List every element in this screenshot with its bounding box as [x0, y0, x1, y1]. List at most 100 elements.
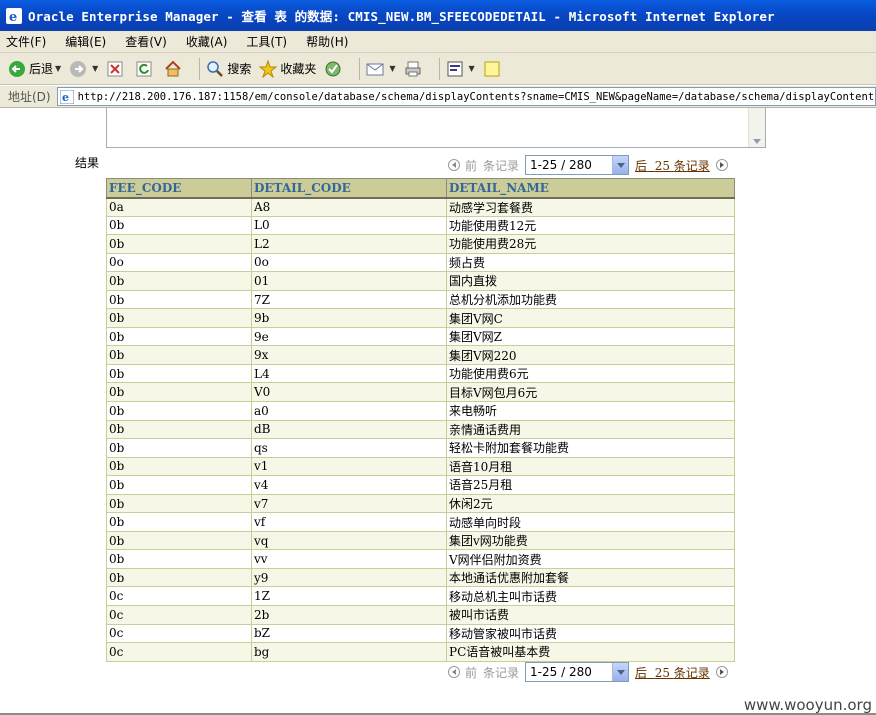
cell-detail-name: 动感学习套餐费	[446, 197, 735, 217]
forward-dropdown-icon[interactable]: ▼	[92, 64, 98, 73]
cell-detail-code: 9b	[251, 308, 447, 328]
window-title: Oracle Enterprise Manager - 查看 表 的数据: CM…	[28, 9, 775, 24]
column-header-fee-code: FEE_CODE	[106, 178, 252, 199]
cell-detail-code: y9	[251, 567, 447, 588]
table-row: 0b y9 本地通话优惠附加套餐	[106, 567, 735, 588]
back-dropdown-icon[interactable]: ▼	[55, 64, 61, 73]
chevron-down-icon[interactable]	[612, 663, 629, 681]
mail-button[interactable]: ▼	[366, 60, 396, 78]
table-row: 0o 0o 频占费	[106, 252, 735, 273]
cell-fee-code: 0b	[106, 530, 252, 551]
forward-arrow-icon	[70, 60, 87, 77]
next-records-label: 条记录	[673, 158, 710, 173]
search-button[interactable]: 搜索	[206, 60, 251, 78]
pager-top: 前 条记录 1-25 / 280 后 25 条记录	[448, 155, 733, 175]
cell-fee-code: 0c	[106, 623, 252, 644]
prev-page-icon	[448, 159, 460, 171]
menu-help[interactable]: 帮助(H)	[306, 33, 348, 50]
mail-icon	[366, 63, 384, 75]
table-row: 0b L2 功能使用费28元	[106, 234, 735, 254]
menu-file[interactable]: 文件(F)	[6, 33, 46, 50]
cell-detail-name: 功能使用费28元	[446, 234, 735, 254]
prev-page-label: 前	[465, 665, 478, 680]
menu-view[interactable]: 查看(V)	[125, 33, 167, 50]
page-range-value: 1-25 / 280	[530, 158, 592, 172]
cell-detail-name: 频占费	[446, 252, 735, 273]
cell-detail-code: A8	[251, 197, 447, 217]
refresh-button[interactable]	[135, 60, 156, 78]
toolbar-separator	[359, 57, 361, 80]
next-page-link[interactable]: 后 25 条记录	[635, 664, 710, 681]
results-heading: 结果	[75, 156, 100, 170]
cell-detail-name: 语音25月租	[446, 475, 735, 495]
cell-detail-name: 来电畅听	[446, 401, 735, 421]
home-button[interactable]	[164, 60, 185, 78]
address-input[interactable]: e http://218.200.176.187:1158/em/console…	[56, 87, 876, 106]
window-title-bar[interactable]: e Oracle Enterprise Manager - 查看 表 的数据: …	[0, 0, 876, 31]
column-header-detail-code: DETAIL_CODE	[251, 178, 447, 199]
menu-edit[interactable]: 编辑(E)	[65, 33, 106, 50]
cell-detail-code: bZ	[251, 623, 447, 644]
table-row: 0b 01 国内直拨	[106, 271, 735, 291]
forward-button[interactable]: ▼	[69, 60, 98, 78]
page-range-select[interactable]: 1-25 / 280	[525, 662, 630, 682]
cell-fee-code: 0b	[106, 215, 252, 236]
table-row: 0a A8 动感学习套餐费	[106, 197, 735, 217]
cell-fee-code: 0b	[106, 456, 252, 477]
cell-detail-name: 总机分机添加功能费	[446, 289, 735, 310]
scroll-down-icon[interactable]	[753, 139, 761, 144]
table-row: 0b v1 语音10月租	[106, 456, 735, 477]
toolbar-separator	[438, 57, 440, 80]
chevron-down-icon[interactable]	[612, 156, 629, 174]
back-label: 后退	[29, 62, 54, 76]
cell-detail-name: V网伴侣附加资费	[446, 549, 735, 569]
cell-detail-name: 集团V网220	[446, 345, 735, 365]
menu-favorites[interactable]: 收藏(A)	[186, 33, 228, 50]
cell-detail-name: 亲情通话费用	[446, 419, 735, 440]
table-row: 0b V0 目标V网包月6元	[106, 382, 735, 403]
cell-detail-code: V0	[251, 382, 447, 403]
cell-detail-name: PC语音被叫基本费	[446, 642, 735, 662]
stop-button[interactable]	[106, 60, 127, 78]
edit-dropdown-icon[interactable]: ▼	[469, 64, 475, 73]
next-page-icon[interactable]	[715, 666, 728, 678]
prev-records-label: 条记录	[483, 158, 520, 173]
address-url: http://218.200.176.187:1158/em/console/d…	[77, 90, 876, 103]
table-row: 0c 2b 被叫市话费	[106, 605, 735, 625]
print-button[interactable]	[404, 60, 425, 78]
cell-detail-name: 轻松卡附加套餐功能费	[446, 438, 735, 458]
stop-icon	[107, 61, 123, 76]
ie-logo-icon: e	[6, 7, 22, 24]
edit-button[interactable]: ▼	[446, 60, 475, 78]
cell-detail-code: vv	[251, 549, 447, 569]
prev-records-label: 条记录	[483, 665, 520, 680]
menu-tools[interactable]: 工具(T)	[246, 33, 287, 50]
cell-fee-code: 0b	[106, 382, 252, 403]
back-button[interactable]: 后退 ▼	[8, 60, 61, 78]
table-row: 0b L0 功能使用费12元	[106, 215, 735, 236]
next-page-count: 25	[654, 665, 670, 680]
watermark: www.wooyun.org	[743, 696, 872, 714]
cell-detail-code: 2b	[251, 605, 447, 625]
textarea-scrollbar[interactable]	[748, 108, 765, 147]
next-page-icon[interactable]	[715, 159, 728, 171]
page-range-select[interactable]: 1-25 / 280	[525, 155, 630, 175]
cell-detail-name: 功能使用费6元	[446, 363, 735, 384]
next-page-link[interactable]: 后 25 条记录	[635, 157, 710, 174]
cell-fee-code: 0a	[106, 197, 252, 217]
sql-textarea[interactable]	[106, 108, 766, 148]
mail-dropdown-icon[interactable]: ▼	[389, 64, 395, 73]
media-button[interactable]	[324, 60, 345, 78]
column-header-detail-name: DETAIL_NAME	[446, 178, 735, 199]
table-row: 0b vq 集团v网功能费	[106, 530, 735, 551]
cell-detail-code: 9e	[251, 326, 447, 347]
star-icon	[259, 59, 278, 78]
page-range-value: 1-25 / 280	[530, 665, 592, 679]
cell-detail-name: 集团V网C	[446, 308, 735, 328]
cell-detail-code: v1	[251, 456, 447, 477]
discuss-button[interactable]	[483, 60, 504, 78]
next-page-label: 后	[635, 665, 648, 680]
cell-fee-code: 0b	[106, 438, 252, 458]
favorites-button[interactable]: 收藏夹	[259, 59, 316, 78]
cell-detail-code: v7	[251, 493, 447, 514]
